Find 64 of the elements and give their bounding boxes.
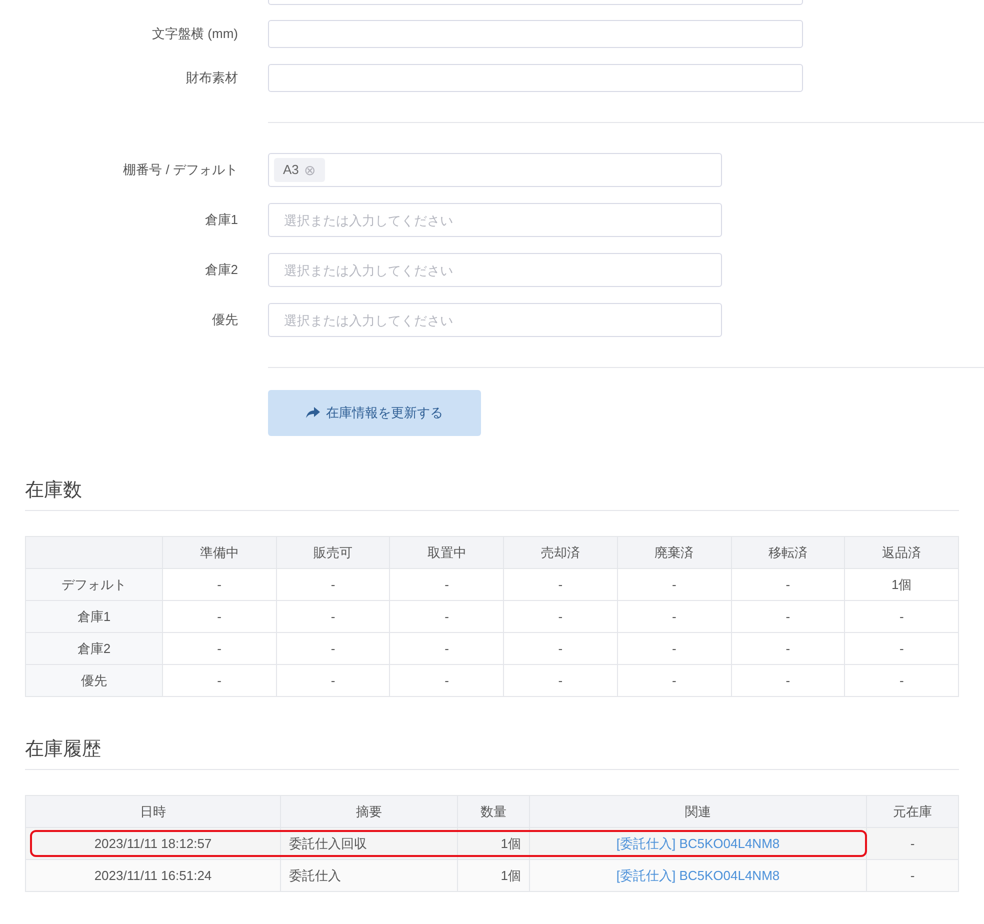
table-cell: - <box>276 664 390 696</box>
table-cell: - <box>617 664 732 696</box>
field-label: 倉庫2 <box>204 261 238 280</box>
table-cell: - <box>162 600 276 632</box>
column-header: 取置中 <box>390 536 504 568</box>
select-field[interactable]: 選択または入力してください <box>268 303 722 337</box>
table-cell: - <box>390 600 504 632</box>
table-cell: - <box>844 664 958 696</box>
table-cell: 委託仕入 <box>280 860 458 892</box>
table-cell: 2023/11/11 16:51:24 <box>26 860 280 892</box>
table-cell: - <box>504 600 618 632</box>
input-field[interactable] <box>268 20 803 48</box>
column-header: 移転済 <box>731 536 845 568</box>
table-cell: - <box>731 632 845 664</box>
column-header: 準備中 <box>162 536 276 568</box>
table-cell: - <box>731 664 845 696</box>
row-header: 倉庫1 <box>26 600 162 632</box>
field-label: 優先 <box>211 311 238 330</box>
column-header: 関連 <box>530 796 866 828</box>
tag-select-field[interactable]: A3 ⊗ <box>268 153 722 187</box>
table-cell: 1個 <box>458 860 530 892</box>
table-cell: - <box>617 632 732 664</box>
table-cell: - <box>390 568 504 600</box>
select-field[interactable]: 選択または入力してください <box>268 203 722 237</box>
row-header: デフォルト <box>26 568 162 600</box>
remove-tag-icon[interactable]: ⊗ <box>304 163 316 177</box>
row-header: 優先 <box>26 664 162 696</box>
column-header: 廃棄済 <box>617 536 732 568</box>
row-header: 倉庫2 <box>26 632 162 664</box>
table-cell: - <box>162 664 276 696</box>
tag-label: A3 <box>283 161 299 180</box>
table-cell: - <box>504 568 618 600</box>
table-cell: - <box>617 568 732 600</box>
update-button[interactable]: 在庫情報を更新する <box>268 390 481 436</box>
section-title: 在庫数 <box>25 478 959 511</box>
column-header: 売却済 <box>504 536 618 568</box>
table-cell: - <box>504 632 618 664</box>
table-cell: - <box>844 632 958 664</box>
table-cell: - <box>390 632 504 664</box>
table-cell: - <box>731 600 845 632</box>
table-cell: - <box>390 664 504 696</box>
field-label: 棚番号 / デフォルト <box>122 161 238 180</box>
table-cell: - <box>162 568 276 600</box>
share-arrow-icon <box>306 407 320 419</box>
field-label: 倉庫1 <box>204 211 238 230</box>
input-field[interactable] <box>268 64 803 92</box>
table-cell: - <box>617 600 732 632</box>
table-cell: - <box>866 860 958 892</box>
field-label: 文字盤横 (mm) <box>151 25 238 44</box>
column-header: 返品済 <box>844 536 958 568</box>
section-title: 在庫履歴 <box>25 737 959 770</box>
table-cell: - <box>504 664 618 696</box>
table-cell: - <box>276 632 390 664</box>
field-label: 財布素材 <box>185 69 238 88</box>
column-header: 販売可 <box>276 536 390 568</box>
table-cell: - <box>731 568 845 600</box>
table-cell: - <box>276 600 390 632</box>
table-cell: - <box>162 632 276 664</box>
table-cell: - <box>844 600 958 632</box>
select-field[interactable]: 選択または入力してください <box>268 253 722 287</box>
table-cell: 1個 <box>844 568 958 600</box>
column-header: 摘要 <box>280 796 458 828</box>
column-header: 日時 <box>26 796 280 828</box>
table-cell: - <box>276 568 390 600</box>
